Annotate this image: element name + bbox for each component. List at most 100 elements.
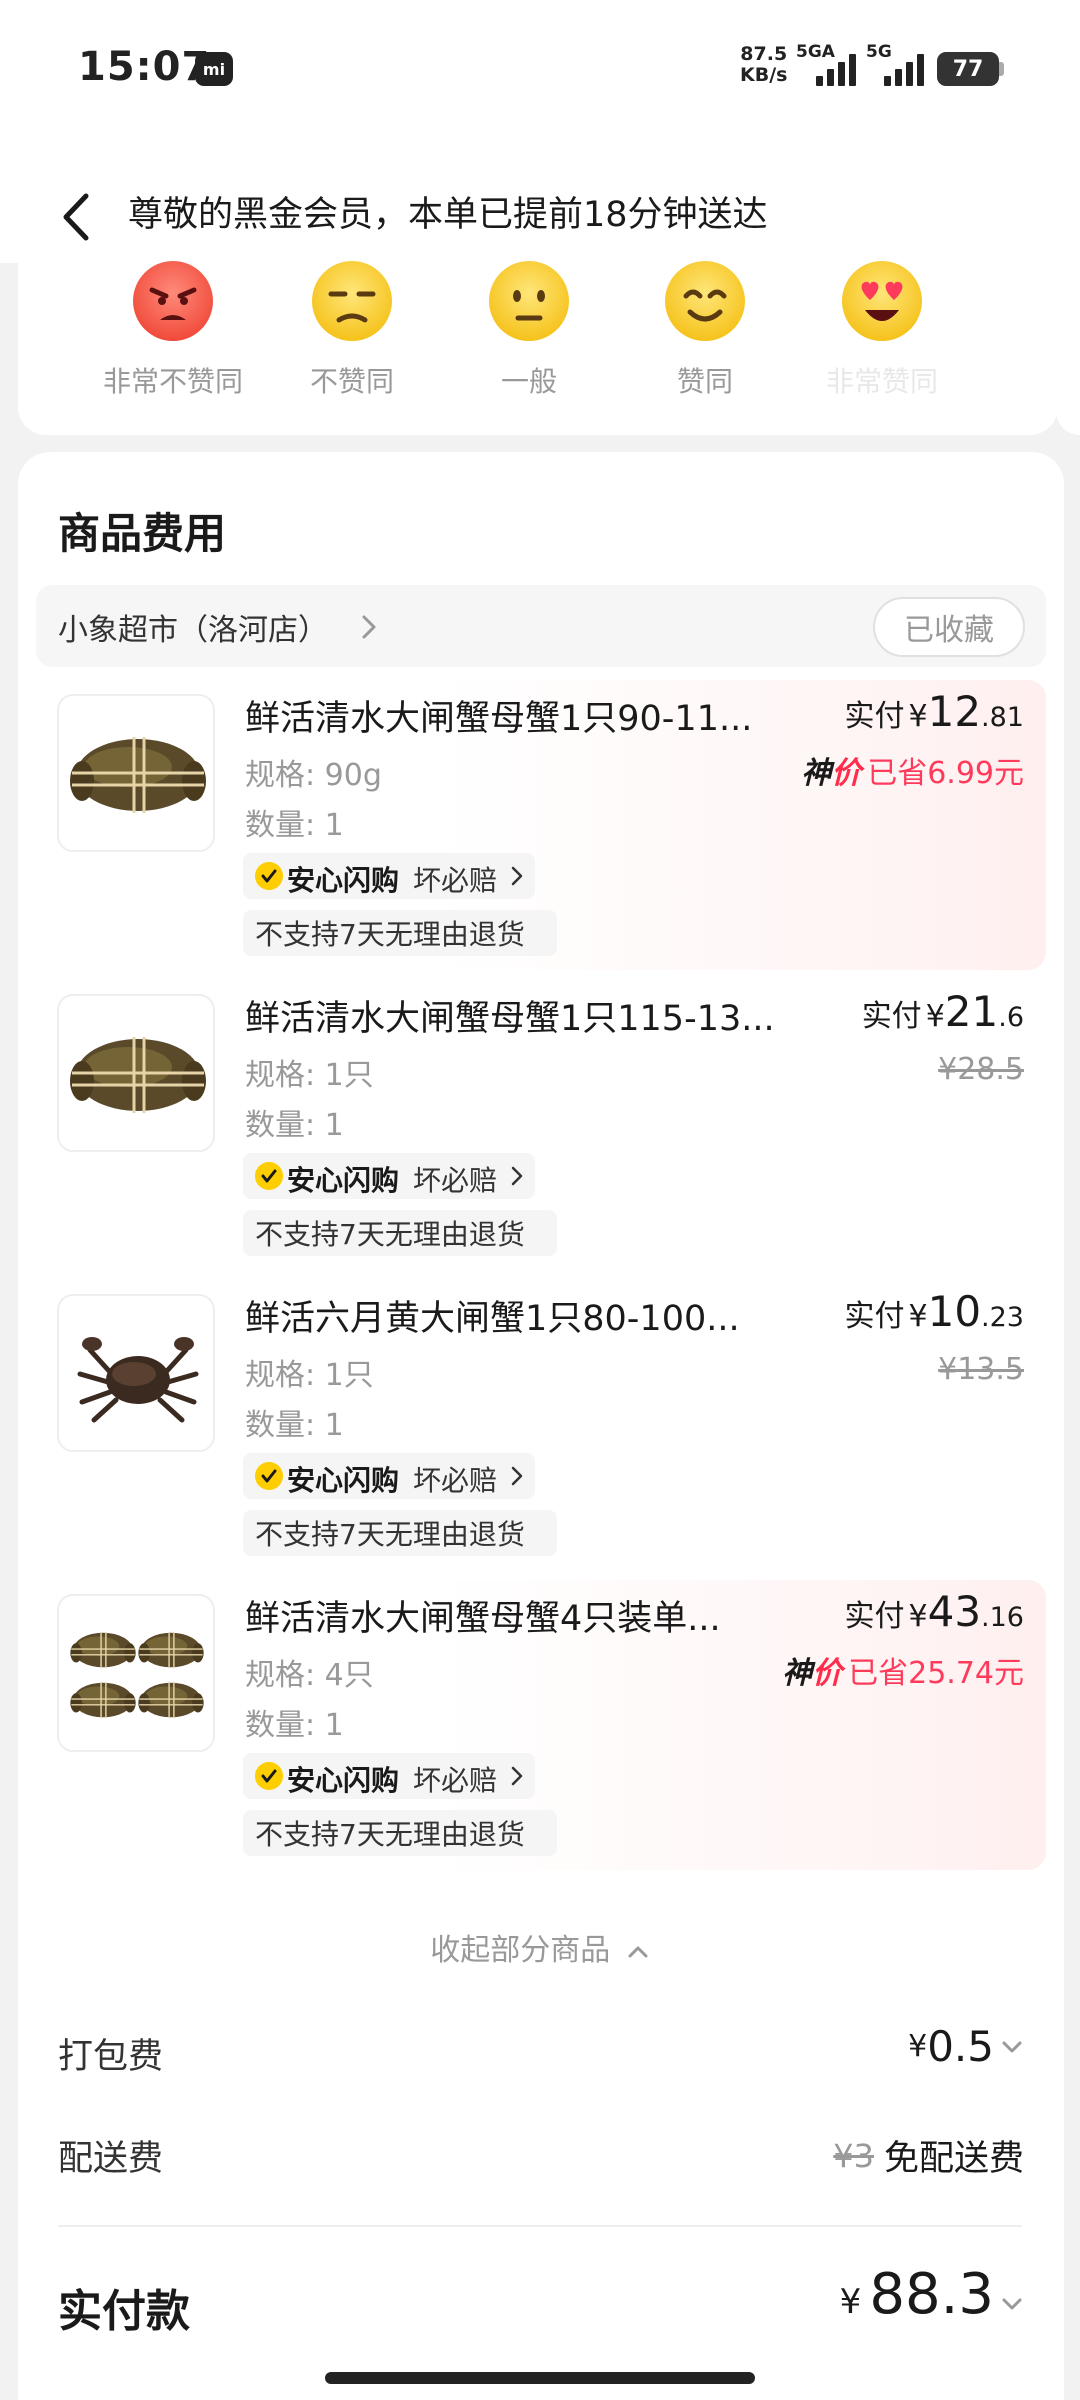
assurance-badge[interactable]: 安心闪购 坏必赔 <box>243 1153 535 1199</box>
price-decimal: .81 <box>981 702 1024 733</box>
chevron-up-icon[interactable] <box>626 1943 650 1961</box>
crab-image <box>59 1296 215 1452</box>
paid-amount: 实付 ¥10.23 <box>845 1287 1025 1336</box>
battery-tip <box>999 62 1004 76</box>
currency-symbol: ¥ <box>908 1599 928 1634</box>
free-delivery-text: 免配送费 <box>883 2139 1024 2179</box>
chevron-right-icon[interactable] <box>358 612 380 642</box>
signal-bars-icon <box>884 50 924 86</box>
product-spec: 规格: 1只 <box>245 1358 374 1393</box>
back-arrow-icon[interactable] <box>56 190 98 244</box>
neutral-face-icon[interactable] <box>488 260 570 342</box>
product-image[interactable] <box>57 694 215 852</box>
product-title[interactable]: 鲜活清水大闸蟹母蟹1只90-11... <box>245 690 752 741</box>
status-bar: 15:07 mi 87.5 KB/s 5GA 5G 77 <box>0 0 1080 135</box>
divider <box>58 2225 1022 2227</box>
crab-image <box>68 1035 208 1115</box>
angry-face-icon[interactable] <box>132 260 214 342</box>
no-return-tag: 不支持7天无理由退货 <box>243 1810 557 1856</box>
assurance-brand: 安心闪购 <box>287 864 400 897</box>
chevron-down-icon[interactable] <box>1000 2038 1024 2056</box>
chevron-right-icon <box>511 866 523 886</box>
smiling-face-icon[interactable] <box>664 260 746 342</box>
product-quantity: 数量: 1 <box>245 1108 344 1143</box>
network-speed: 87.5 KB/s <box>740 44 787 86</box>
assurance-text: 坏必赔 <box>413 1164 498 1197</box>
saved-info: 神价 已省6.99元 <box>801 748 1024 792</box>
product-title[interactable]: 鲜活清水大闸蟹母蟹4只装单... <box>245 1590 721 1641</box>
assurance-text: 坏必赔 <box>413 1464 498 1497</box>
assurance-text: 坏必赔 <box>413 864 498 897</box>
product-spec: 规格: 4只 <box>245 1658 374 1693</box>
section-title: 商品费用 <box>58 509 227 558</box>
product-image[interactable] <box>57 994 215 1152</box>
rating-label-strongly-agree: 非常赞同 <box>825 365 938 398</box>
crab-image <box>68 735 208 815</box>
no-return-tag: 不支持7天无理由退货 <box>243 1210 557 1256</box>
next-card-edge <box>1056 263 1080 435</box>
paid-label: 实付 <box>861 999 922 1034</box>
network-speed-unit: KB/s <box>740 64 788 86</box>
total-label: 实付款 <box>58 2286 190 2337</box>
collapse-label[interactable]: 收起部分商品 <box>430 1933 610 1968</box>
super-price-tag-b: 价 <box>831 756 862 791</box>
assurance-badge[interactable]: 安心闪购 坏必赔 <box>243 1753 535 1799</box>
paid-label: 实付 <box>844 1599 905 1634</box>
mi-notification-icon: mi <box>195 52 233 86</box>
chevron-down-icon[interactable] <box>1000 2295 1024 2313</box>
home-indicator[interactable] <box>325 2372 755 2384</box>
product-image[interactable] <box>57 1594 215 1752</box>
chevron-right-icon <box>511 1166 523 1186</box>
product-spec: 规格: 1只 <box>245 1058 374 1093</box>
total-amount[interactable]: ¥ 88.3 <box>840 2262 1024 2327</box>
total-value: 88.3 <box>869 2262 994 2327</box>
collapse-items-button[interactable]: 收起部分商品 <box>0 1925 1080 1969</box>
crab-image <box>69 1631 205 1719</box>
super-price-tag-a: 神 <box>801 756 832 791</box>
assurance-badge[interactable]: 安心闪购 坏必赔 <box>243 1453 535 1499</box>
store-name[interactable]: 小象超市（洛河店） <box>58 605 328 649</box>
assurance-badge[interactable]: 安心闪购 坏必赔 <box>243 853 535 899</box>
packing-fee-value[interactable]: ¥ 0.5 <box>908 2022 1024 2071</box>
rating-label-disagree: 不赞同 <box>309 365 394 398</box>
assurance-brand: 安心闪购 <box>287 1764 400 1797</box>
super-price-tag: 神价 <box>782 1648 842 1692</box>
check-badge-icon <box>255 1762 283 1790</box>
saved-info: 神价 已省25.74元 <box>782 1648 1024 1692</box>
price-decimal: .6 <box>998 1002 1024 1033</box>
chevron-right-icon <box>511 1766 523 1786</box>
product-image[interactable] <box>57 1294 215 1452</box>
super-price-tag-a: 神 <box>782 1656 813 1691</box>
packing-fee-label: 打包费 <box>58 2037 164 2077</box>
signal-bars-icon <box>816 50 856 86</box>
product-quantity: 数量: 1 <box>245 808 344 843</box>
delivery-fee-value: ¥3 免配送费 <box>833 2130 1024 2181</box>
battery-icon: 77 <box>937 52 999 86</box>
delivery-original-fee: ¥3 <box>833 2136 874 2175</box>
currency-symbol: ¥ <box>839 2282 862 2322</box>
paid-label: 实付 <box>844 1299 905 1334</box>
price-decimal: .23 <box>981 1302 1024 1333</box>
no-return-tag: 不支持7天无理由退货 <box>243 1510 557 1556</box>
network-speed-value: 87.5 <box>740 43 788 65</box>
delivery-fee-label: 配送费 <box>58 2139 164 2179</box>
product-quantity: 数量: 1 <box>245 1708 344 1743</box>
currency-symbol: ¥ <box>908 1299 928 1334</box>
price-integer: 43 <box>927 1587 982 1636</box>
price-integer: 12 <box>927 687 982 736</box>
unamused-face-icon[interactable] <box>311 260 393 342</box>
check-badge-icon <box>255 1162 283 1190</box>
heart-eyes-face-icon[interactable] <box>841 260 923 342</box>
product-title[interactable]: 鲜活清水大闸蟹母蟹1只115-13... <box>245 990 775 1041</box>
super-price-tag: 神价 <box>801 748 861 792</box>
chevron-right-icon <box>511 1466 523 1486</box>
product-spec: 规格: 90g <box>245 758 382 793</box>
check-badge-icon <box>255 1462 283 1490</box>
rating-label-strongly-disagree: 非常不赞同 <box>102 365 243 398</box>
currency-symbol: ¥ <box>925 999 945 1034</box>
favorite-button[interactable]: 已收藏 <box>873 597 1025 657</box>
product-title[interactable]: 鲜活六月黄大闸蟹1只80-100... <box>245 1290 740 1341</box>
original-price: ¥13.5 <box>938 1352 1024 1387</box>
currency-symbol: ¥ <box>908 2029 928 2064</box>
rating-label-agree: 赞同 <box>676 365 733 398</box>
